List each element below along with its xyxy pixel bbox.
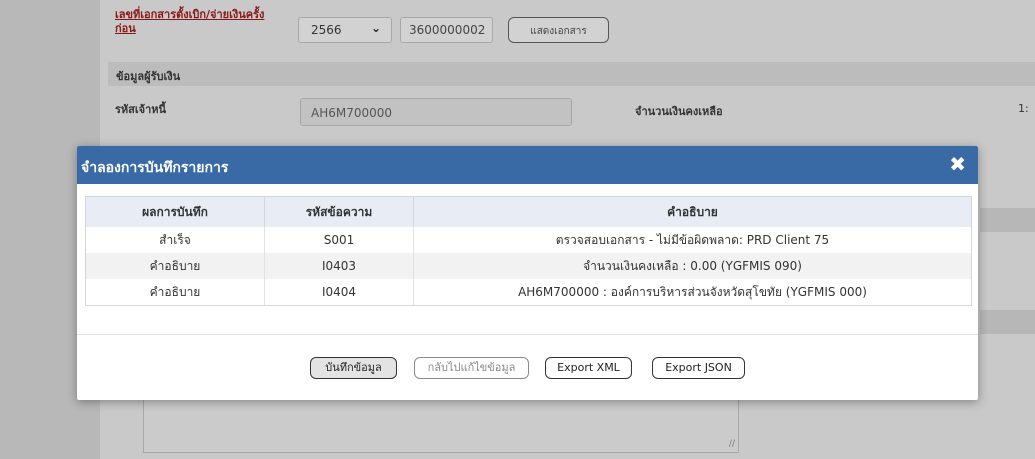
result-table-container: ผลการบันทึก รหัสข้อความ คำอธิบาย สำเร็จ … xyxy=(85,196,972,306)
simulate-save-modal: จำลองการบันทึกรายการ ✖ ผลการบันทึก รหัสข… xyxy=(77,146,978,400)
table-row: คำอธิบาย I0404 AH6M700000 : องค์การบริหา… xyxy=(86,279,971,305)
modal-header: จำลองการบันทึกรายการ ✖ xyxy=(77,146,978,184)
year-select-value: 2566 xyxy=(311,23,342,37)
export-json-button[interactable]: Export JSON xyxy=(652,357,745,379)
remarks-textarea[interactable]: ∕∕ xyxy=(143,398,739,453)
table-row: สำเร็จ S001 ตรวจสอบเอกสาร - ไม่มีข้อผิดพ… xyxy=(86,227,971,253)
modal-footer-divider xyxy=(77,334,978,335)
background-section-strip xyxy=(980,310,1035,334)
cell-message-code: I0403 xyxy=(264,253,414,279)
column-header-message-code: รหัสข้อความ xyxy=(264,197,414,227)
result-table: ผลการบันทึก รหัสข้อความ คำอธิบาย สำเร็จ … xyxy=(86,197,971,305)
chevron-down-icon: ⌄ xyxy=(370,21,381,35)
creditor-code-label: รหัสเจ้าหนี้ xyxy=(115,103,167,116)
remaining-amount-value: 1: xyxy=(1018,102,1029,115)
cell-description: AH6M700000 : องค์การบริหารส่วนจังหวัดสุโ… xyxy=(413,279,971,305)
previous-document-link[interactable]: เลขที่เอกสารตั้งเบิก/จ่ายเงินครั้งก่อน xyxy=(115,8,265,36)
column-header-description: คำอธิบาย xyxy=(413,197,971,227)
modal-title: จำลองการบันทึกรายการ xyxy=(81,160,229,176)
cell-result: คำอธิบาย xyxy=(86,279,265,305)
year-select[interactable]: 2566 ⌄ xyxy=(298,17,392,43)
save-data-button[interactable]: บันทึกข้อมูล xyxy=(310,357,397,379)
payee-section-header: ข้อมูลผู้รับเงิน xyxy=(108,62,1035,86)
cell-message-code: S001 xyxy=(264,227,414,253)
show-document-button[interactable]: แสดงเอกสาร xyxy=(508,17,609,43)
document-number-input[interactable]: 3600000002 xyxy=(400,17,493,43)
resize-handle-icon[interactable]: ∕∕ xyxy=(729,439,735,449)
table-row: คำอธิบาย I0403 จำนวนเงินคงเหลือ : 0.00 (… xyxy=(86,253,971,279)
cell-result: คำอธิบาย xyxy=(86,253,265,279)
cell-message-code: I0404 xyxy=(264,279,414,305)
creditor-code-input[interactable]: AH6M700000 xyxy=(300,98,572,126)
column-header-result: ผลการบันทึก xyxy=(86,197,265,227)
table-header-row: ผลการบันทึก รหัสข้อความ คำอธิบาย xyxy=(86,197,971,227)
remaining-amount-label: จำนวนเงินคงเหลือ xyxy=(635,105,723,118)
cell-result: สำเร็จ xyxy=(86,227,265,253)
export-xml-button[interactable]: Export XML xyxy=(545,357,632,379)
back-to-edit-button[interactable]: กลับไปแก้ไขข้อมูล xyxy=(414,357,529,379)
cell-description: จำนวนเงินคงเหลือ : 0.00 (YGFMIS 090) xyxy=(413,253,971,279)
cell-description: ตรวจสอบเอกสาร - ไม่มีข้อผิดพลาด: PRD Cli… xyxy=(413,227,971,253)
close-icon[interactable]: ✖ xyxy=(949,152,966,176)
background-section-strip xyxy=(980,208,1035,232)
